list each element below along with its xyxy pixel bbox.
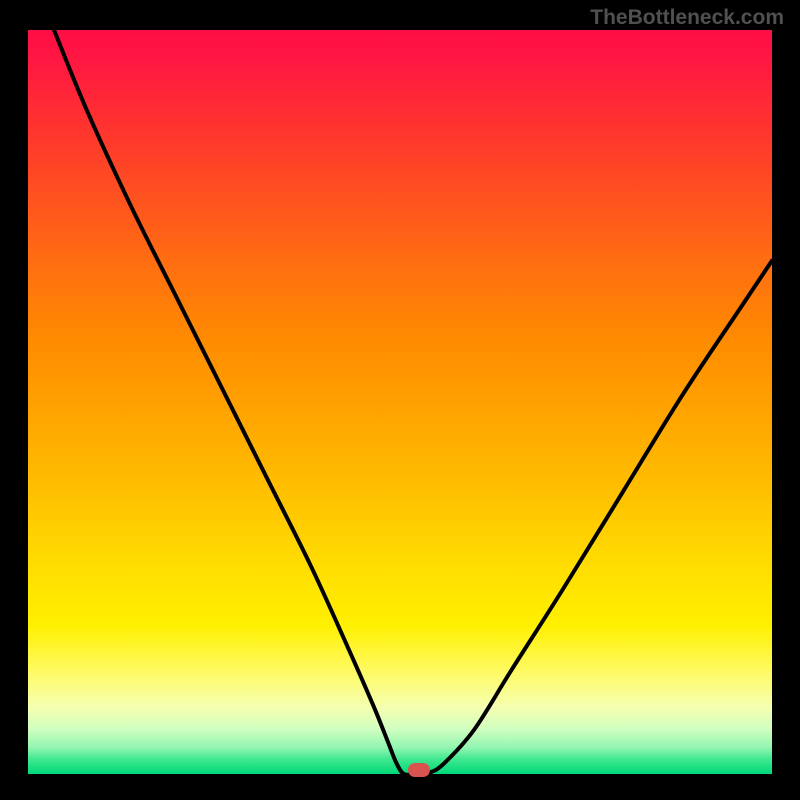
bottleneck-curve-path <box>54 30 772 774</box>
optimal-point-marker <box>408 763 430 777</box>
watermark-text: TheBottleneck.com <box>590 6 784 30</box>
curve-svg <box>28 30 772 774</box>
chart-plot-area <box>28 30 772 774</box>
